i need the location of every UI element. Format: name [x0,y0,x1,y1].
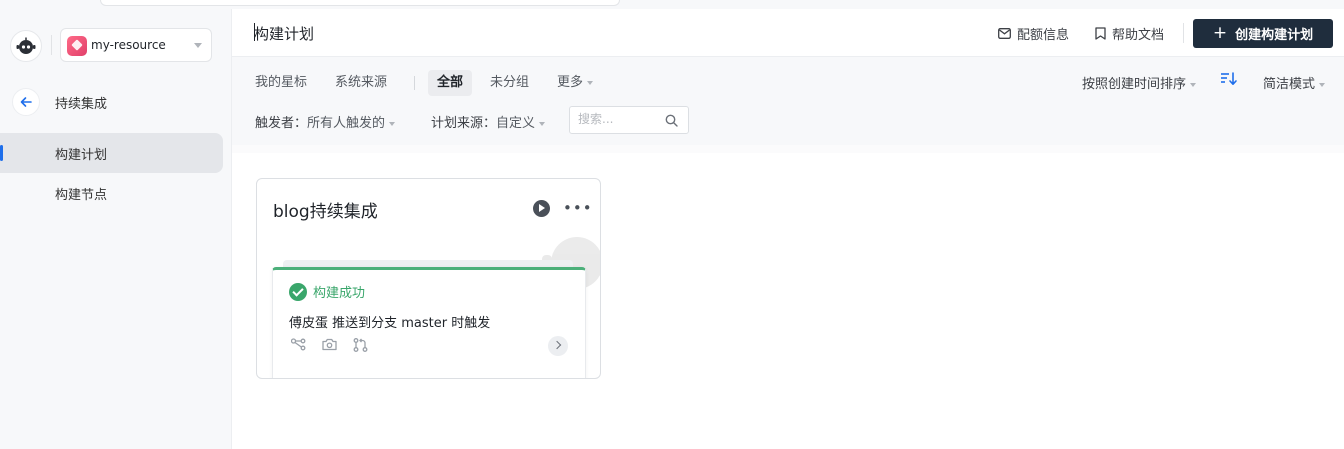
tab-system-source[interactable]: 系统来源 [326,70,396,96]
play-icon[interactable] [533,200,550,217]
chevron-right-icon[interactable] [548,336,568,356]
sidebar-item-build-plans[interactable]: 构建计划 [0,133,223,173]
tab-my-stars[interactable]: 我的星标 [246,70,316,96]
merge-request-icon[interactable] [353,338,368,352]
trigger-filter-value: 所有人触发的 [307,116,386,131]
view-mode-dropdown[interactable]: 简洁模式 [1263,73,1326,92]
more-options-icon[interactable]: ••• [563,199,593,217]
check-circle-icon [289,282,307,301]
create-button-label: 创建构建计划 [1235,28,1314,43]
build-trigger-text: 傅皮蛋 推送到分支 master 时触发 [289,316,491,331]
sort-order-icon[interactable] [1220,71,1238,87]
trigger-filter[interactable]: 触发者：所有人触发的 [255,112,396,131]
help-docs-label: 帮助文档 [1112,28,1165,43]
card-title[interactable]: blog持续集成 [273,197,378,222]
tab-ungrouped[interactable]: 未分组 [481,70,538,96]
pipeline-nodes-icon[interactable] [291,338,306,351]
divider [414,76,415,90]
address-bar-edge [100,0,620,6]
chevron-down-icon [587,80,594,85]
sidebar-item-label: 构建计划 [55,148,108,163]
chevron-down-icon [1319,82,1326,87]
quota-info-link[interactable]: 配额信息 [998,24,1069,43]
page-header: 构建计划 配额信息 帮助文档 + 创建构建计划 [232,9,1344,57]
browser-top-strip [0,0,1344,9]
sidebar: my-resource 持续集成 构建计划 构建节点 [0,9,232,449]
trigger-filter-label: 触发者： [255,116,308,131]
view-mode-label: 简洁模式 [1263,77,1316,92]
search-icon[interactable] [665,114,678,127]
sidebar-item-build-nodes[interactable]: 构建节点 [0,173,223,213]
back-button[interactable] [12,88,40,116]
quota-info-label: 配额信息 [1017,28,1070,43]
chevron-down-icon [539,121,546,126]
chevron-down-icon [1190,82,1197,87]
text-cursor [254,23,255,41]
divider [51,35,52,55]
sort-label: 按照创建时间排序 [1082,77,1187,92]
app-logo[interactable] [10,30,42,62]
build-plan-card[interactable]: blog持续集成 ••• 构建成功 傅皮蛋 推送到分支 master 时触发 [256,178,601,379]
robot-icon [16,37,36,54]
build-status-label: 构建成功 [313,286,366,301]
resource-cube-icon [67,36,87,56]
build-icons [291,338,368,352]
resource-selector[interactable]: my-resource [60,28,212,62]
arrow-left-icon [20,97,32,107]
bookmark-icon [1095,27,1106,40]
search-box[interactable] [569,106,689,134]
source-filter[interactable]: 计划来源：自定义 [431,112,546,131]
section-title: 持续集成 [55,97,108,112]
create-build-plan-button[interactable]: + 创建构建计划 [1193,19,1333,48]
divider [1183,23,1184,43]
source-filter-label: 计划来源： [431,116,497,131]
resource-name: my-resource [91,38,166,52]
help-docs-link[interactable]: 帮助文档 [1095,24,1164,43]
chevron-down-icon [389,121,396,126]
tab-all[interactable]: 全部 [428,70,473,96]
chevron-down-icon [194,43,202,48]
page-title: 构建计划 [254,25,315,43]
plus-icon: + [1212,23,1228,43]
filter-bar: 我的星标 系统来源 全部 未分组 更多 触发者：所有人触发的 计划来源：自定义 … [232,57,1344,145]
camera-icon[interactable] [322,338,337,351]
source-filter-value: 自定义 [496,116,536,131]
latest-build-panel[interactable]: 构建成功 傅皮蛋 推送到分支 master 时触发 [272,267,586,378]
search-input[interactable] [578,112,658,126]
mail-icon [998,28,1011,39]
tab-more-label: 更多 [557,75,584,90]
tab-more[interactable]: 更多 [548,70,602,96]
sort-dropdown[interactable]: 按照创建时间排序 [1082,73,1197,92]
sidebar-item-label: 构建节点 [55,188,108,203]
build-status: 构建成功 [289,282,365,301]
active-indicator [0,145,3,161]
filter-bar-shadow [232,145,1344,153]
